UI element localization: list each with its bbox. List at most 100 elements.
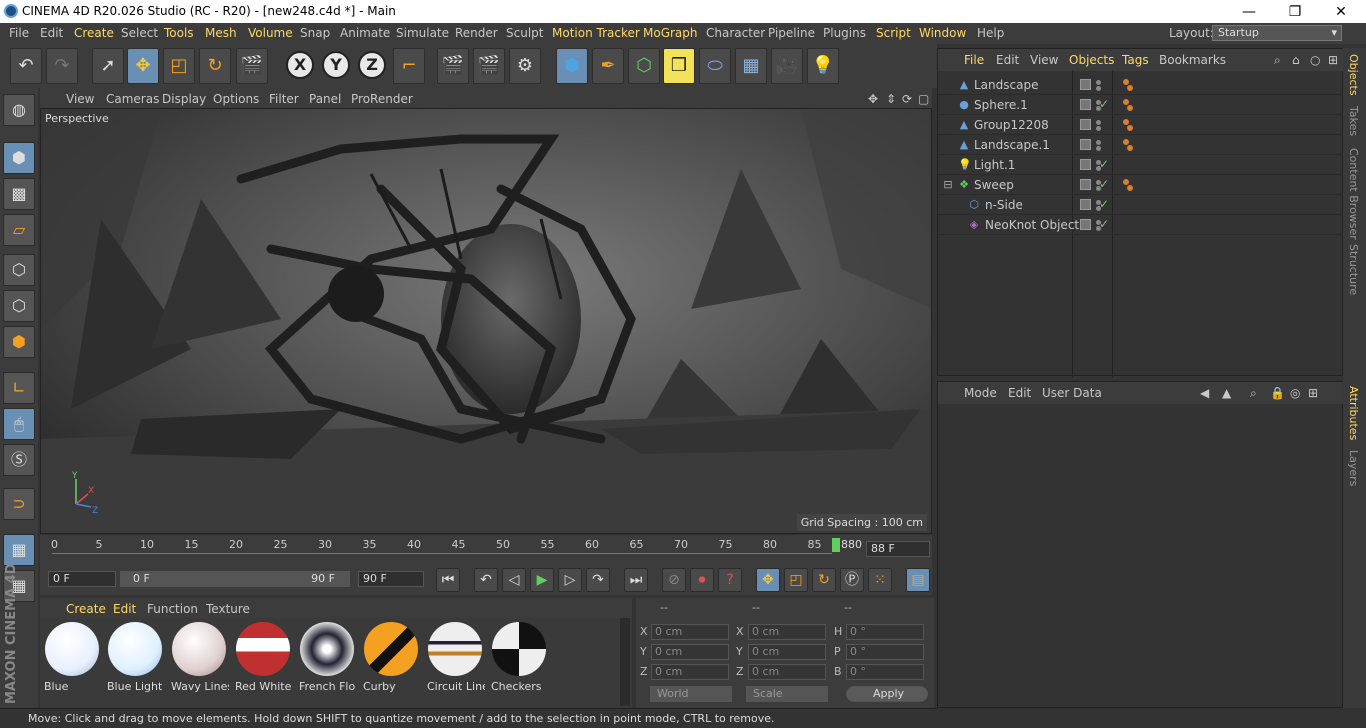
frame-range-slider[interactable]: 0 F 90 F (120, 571, 350, 587)
tab-takes[interactable]: Takes (1347, 106, 1360, 136)
scale-tool-button[interactable]: ◰ (163, 48, 195, 84)
size-z-field[interactable]: 0 cm (748, 664, 826, 680)
position-x-field[interactable]: 0 cm (651, 624, 729, 640)
menu-tools[interactable]: Tools (164, 26, 194, 40)
position-z-field[interactable]: 0 cm (651, 664, 729, 680)
layer-checkbox[interactable] (1080, 179, 1091, 190)
rotation-b-field[interactable]: 0 ° (846, 664, 924, 680)
viewport-menu-prorender[interactable]: ProRender (351, 92, 413, 106)
target-icon[interactable]: ◎ (1290, 386, 1300, 400)
close-button[interactable]: ✕ (1318, 2, 1364, 22)
material-scrollbar[interactable] (620, 618, 630, 706)
edges-mode-button[interactable]: ⬡ (3, 290, 35, 322)
world-select[interactable]: World (650, 686, 732, 702)
material-tags-icon[interactable] (1122, 138, 1134, 152)
object-row-sphere[interactable]: ● Sphere.1 ✓ (938, 95, 1344, 115)
menu-render[interactable]: Render (455, 26, 498, 40)
camera-button[interactable]: 🎥 (771, 48, 803, 84)
enabled-check-icon[interactable]: ✓ (1099, 157, 1109, 171)
prev-frame-button[interactable]: ◁ (502, 568, 526, 592)
om-menu-bookmarks[interactable]: Bookmarks (1159, 53, 1226, 67)
points-mode-button[interactable]: ⬡ (3, 254, 35, 286)
material-circuit-line[interactable]: Circuit Line (425, 620, 485, 693)
record-active-button[interactable]: ⊘ (662, 568, 686, 592)
current-frame-field[interactable]: 88 F (866, 541, 930, 557)
menu-edit[interactable]: Edit (40, 26, 63, 40)
viewport-maximize-icon[interactable]: ▢ (918, 92, 929, 106)
pen-button[interactable]: ✒ (592, 48, 624, 84)
circle-icon[interactable]: ○ (1310, 53, 1320, 67)
viewport-rotate-icon[interactable]: ⟳ (902, 92, 912, 106)
menu-plugins[interactable]: Plugins (823, 26, 866, 40)
next-key-button[interactable]: ↷ (586, 568, 610, 592)
layer-checkbox[interactable] (1080, 119, 1091, 130)
material-tags-icon[interactable] (1122, 178, 1134, 192)
search-icon[interactable]: ⌕ (1250, 386, 1257, 401)
polygons-mode-button[interactable]: ⬢ (3, 326, 35, 358)
viewport-menu-options[interactable]: Options (213, 92, 259, 106)
size-y-field[interactable]: 0 cm (748, 644, 826, 660)
enabled-check-icon[interactable]: ✓ (1099, 197, 1109, 211)
rotate-tool-button[interactable]: ↻ (199, 48, 231, 84)
tab-objects[interactable]: Objects (1347, 54, 1360, 96)
scale-select[interactable]: Scale (746, 686, 828, 702)
render-dot[interactable] (1096, 86, 1101, 91)
minimize-button[interactable]: — (1226, 2, 1272, 22)
go-to-start-button[interactable]: ⏮ (436, 568, 460, 592)
viewport-menu-cameras[interactable]: Cameras (106, 92, 159, 106)
x-axis-button[interactable]: X (286, 51, 314, 79)
rotation-h-field[interactable]: 0 ° (846, 624, 924, 640)
viewport-zoom-icon[interactable]: ⇕ (886, 92, 896, 106)
material-menu-function[interactable]: Function (147, 602, 198, 616)
object-row-group[interactable]: ▲ Group12208 (938, 115, 1344, 135)
material-menu-texture[interactable]: Texture (206, 602, 250, 616)
material-tags-icon[interactable] (1122, 118, 1134, 132)
viewport-menu-panel[interactable]: Panel (309, 92, 341, 106)
redo-button[interactable]: ↷ (46, 48, 78, 84)
tab-layers[interactable]: Layers (1347, 450, 1360, 486)
menu-volume[interactable]: Volume (248, 26, 293, 40)
object-row-landscape-1[interactable]: ▲ Landscape.1 (938, 135, 1344, 155)
layer-checkbox[interactable] (1080, 219, 1091, 230)
deformer-button[interactable]: ⬭ (699, 48, 731, 84)
menu-character[interactable]: Character (706, 26, 765, 40)
object-row-light[interactable]: 💡 Light.1 ✓ (938, 155, 1344, 175)
render-settings-button[interactable]: ⚙ (509, 48, 541, 84)
menu-mograph[interactable]: MoGraph (643, 26, 698, 40)
subdivision-button[interactable]: ⬡ (628, 48, 660, 84)
render-dot[interactable] (1096, 146, 1101, 151)
material-wavy-lines[interactable]: Wavy Lines (169, 620, 229, 693)
menu-animate[interactable]: Animate (340, 26, 390, 40)
undo-button[interactable]: ↶ (10, 48, 42, 84)
tab-content-browser[interactable]: Content Browser (1347, 148, 1360, 240)
select-tool-button[interactable]: ➚ (92, 48, 124, 84)
layer-checkbox[interactable] (1080, 159, 1091, 170)
menu-create[interactable]: Create (74, 26, 114, 40)
attr-menu-mode[interactable]: Mode (964, 386, 997, 400)
viewport-move-icon[interactable]: ✥ (868, 92, 878, 106)
menu-window[interactable]: Window (919, 26, 966, 40)
material-menu-create[interactable]: Create (66, 602, 106, 616)
layer-checkbox[interactable] (1080, 199, 1091, 210)
render-view-button[interactable]: 🎬 (437, 48, 469, 84)
size-x-field[interactable]: 0 cm (748, 624, 826, 640)
key-rotation-button[interactable]: ↻ (812, 568, 836, 592)
material-red-white[interactable]: Red White (233, 620, 293, 693)
cube-button[interactable]: ⬢ (556, 48, 588, 84)
material-tags-icon[interactable] (1122, 98, 1134, 112)
object-row-neoknot[interactable]: ◈ NeoKnot Object ✓ (938, 215, 1344, 235)
object-row-n-side[interactable]: ⬡ n-Side ✓ (938, 195, 1344, 215)
viewport-menu-view[interactable]: View (66, 92, 94, 106)
solo-button[interactable]: Ⓢ (3, 444, 35, 476)
visibility-dot[interactable] (1096, 80, 1101, 85)
visibility-dot[interactable] (1096, 140, 1101, 145)
layer-checkbox[interactable] (1080, 139, 1091, 150)
layer-checkbox[interactable] (1080, 79, 1091, 90)
model-mode-button[interactable]: ⬢ (3, 142, 35, 174)
render-dot[interactable] (1096, 126, 1101, 131)
cloner-button[interactable]: ❒ (663, 48, 695, 84)
start-frame-field[interactable]: 0 F (48, 571, 116, 587)
home-icon[interactable]: ⌂ (1292, 53, 1300, 67)
material-french-flo[interactable]: French Flo (297, 620, 357, 693)
enabled-check-icon[interactable]: ✓ (1099, 97, 1109, 111)
